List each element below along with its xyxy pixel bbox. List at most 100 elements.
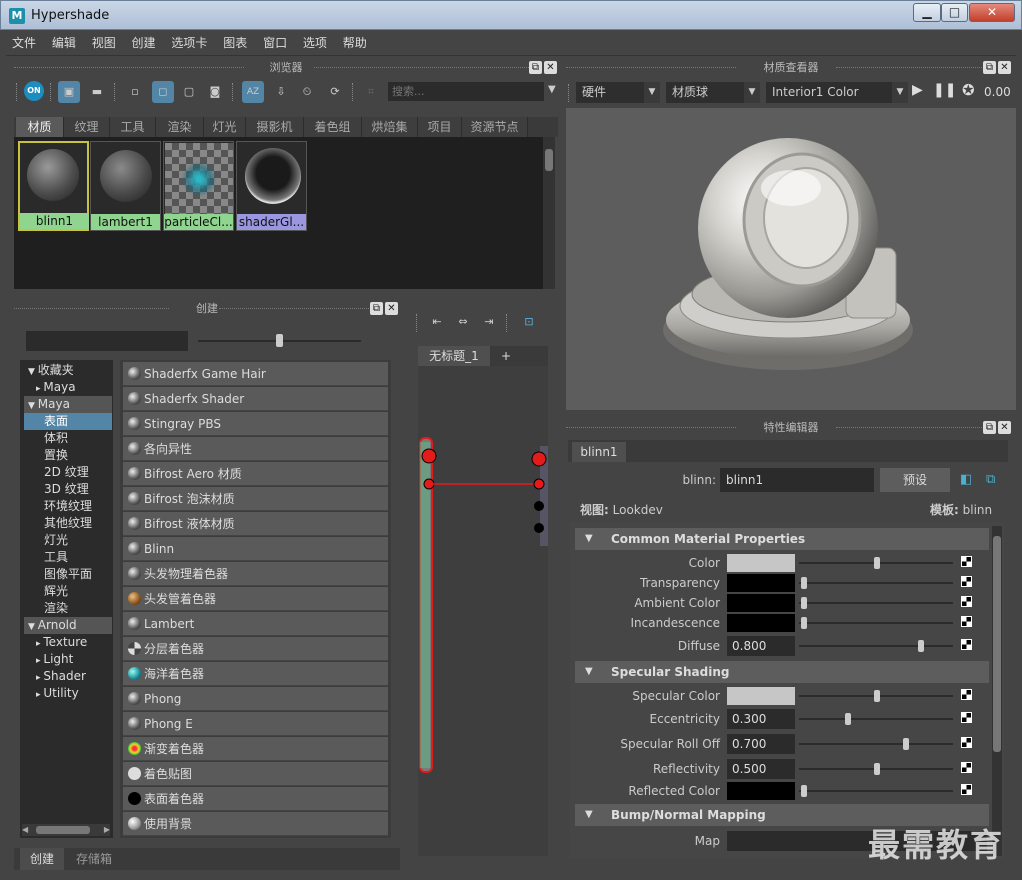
- node-item[interactable]: 海洋着色器: [123, 662, 388, 686]
- category-item[interactable]: 置换: [24, 447, 112, 464]
- tab-projects[interactable]: 项目: [418, 117, 462, 137]
- environment-dropdown[interactable]: Interior1 Color ▼: [766, 82, 908, 103]
- tree-arrow-icon[interactable]: ▼: [28, 622, 38, 632]
- node-item[interactable]: Shaderfx Shader: [123, 387, 388, 411]
- sort-type-icon[interactable]: ⇩: [270, 81, 292, 103]
- close-panel-icon[interactable]: ✕: [385, 302, 398, 315]
- slider-track[interactable]: [799, 622, 953, 624]
- float-panel-icon[interactable]: ⧉: [983, 61, 996, 74]
- float-panel-icon[interactable]: ⧉: [529, 61, 542, 74]
- category-item[interactable]: ▼ Maya: [24, 396, 112, 413]
- slider-track[interactable]: [799, 790, 953, 792]
- minimize-button[interactable]: ▁: [913, 3, 941, 22]
- category-hscrollbar[interactable]: ◀ ▶: [22, 824, 110, 836]
- color-swatch[interactable]: [727, 782, 795, 800]
- section-specular-shading[interactable]: ▼ Specular Shading: [575, 661, 989, 683]
- graph-output-icon[interactable]: ⇥: [478, 311, 500, 333]
- close-panel-icon[interactable]: ✕: [998, 61, 1011, 74]
- material-swatch-lambert1[interactable]: lambert1: [90, 141, 161, 231]
- view-value[interactable]: Lookdev: [613, 503, 663, 517]
- play-icon[interactable]: ▶: [912, 82, 926, 102]
- float-panel-icon[interactable]: ⧉: [370, 302, 383, 315]
- node-item[interactable]: 着色贴图: [123, 762, 388, 786]
- geometry-dropdown[interactable]: 材质球 ▼: [666, 82, 760, 103]
- map-button-icon[interactable]: [961, 556, 972, 567]
- large-icon-view-icon[interactable]: ▢: [178, 81, 200, 103]
- menu-tabs[interactable]: 选项卡: [165, 30, 213, 56]
- category-item[interactable]: ▼ 收藏夹: [24, 362, 112, 379]
- material-swatch-shaderglow[interactable]: shaderGl...: [236, 141, 307, 231]
- toggle-on-icon[interactable]: ON: [24, 81, 44, 101]
- value-field[interactable]: 0.800: [727, 636, 795, 656]
- category-item[interactable]: 3D 纹理: [24, 481, 112, 498]
- category-item[interactable]: ▸ Texture: [24, 634, 112, 651]
- show-hide-icon[interactable]: ◧: [960, 472, 974, 487]
- map-button-icon[interactable]: [961, 616, 972, 627]
- slider-handle[interactable]: [801, 597, 807, 609]
- category-item[interactable]: 表面: [24, 413, 112, 430]
- category-item[interactable]: 图像平面: [24, 566, 112, 583]
- sort-alpha-icon[interactable]: AZ: [242, 81, 264, 103]
- slider-track[interactable]: [799, 602, 953, 604]
- menu-file[interactable]: 文件: [6, 30, 42, 56]
- slider-track[interactable]: [799, 718, 953, 720]
- category-item[interactable]: ▸ Utility: [24, 685, 112, 702]
- node-item[interactable]: Shaderfx Game Hair: [123, 362, 388, 386]
- color-swatch[interactable]: [727, 614, 795, 632]
- node-item[interactable]: 头发管着色器: [123, 587, 388, 611]
- sort-time-icon[interactable]: ⏲: [296, 81, 318, 103]
- tab-blinn1[interactable]: blinn1: [572, 442, 626, 462]
- medium-icon-view-icon[interactable]: ◻: [152, 81, 174, 103]
- close-panel-icon[interactable]: ✕: [544, 61, 557, 74]
- tree-arrow-icon[interactable]: ▼: [28, 367, 38, 377]
- slider-handle[interactable]: [903, 738, 910, 750]
- color-swatch[interactable]: [727, 594, 795, 612]
- map-button-icon[interactable]: [961, 596, 972, 607]
- map-button-icon[interactable]: [961, 576, 972, 587]
- tab-untitled-graph[interactable]: 无标题_1: [418, 346, 490, 366]
- large-swatch-icon[interactable]: ▣: [58, 81, 80, 103]
- node-item[interactable]: Phong: [123, 687, 388, 711]
- menu-help[interactable]: 帮助: [337, 30, 373, 56]
- category-item[interactable]: 体积: [24, 430, 112, 447]
- tab-textures[interactable]: 纹理: [64, 117, 110, 137]
- category-item[interactable]: 2D 纹理: [24, 464, 112, 481]
- preset-button[interactable]: 预设: [880, 468, 950, 492]
- tab-bins[interactable]: 存储箱: [66, 848, 122, 870]
- float-panel-icon[interactable]: ⧉: [983, 421, 996, 434]
- node-item[interactable]: 渐变着色器: [123, 737, 388, 761]
- node-item[interactable]: 各向异性: [123, 437, 388, 461]
- category-item[interactable]: ▸ Shader: [24, 668, 112, 685]
- color-swatch[interactable]: [727, 687, 795, 705]
- slider-handle[interactable]: [874, 690, 880, 702]
- node-item[interactable]: 表面着色器: [123, 787, 388, 811]
- slider-handle[interactable]: [801, 785, 807, 797]
- category-item[interactable]: 其他纹理: [24, 515, 112, 532]
- node-item[interactable]: Phong E: [123, 712, 388, 736]
- category-item[interactable]: 工具: [24, 549, 112, 566]
- graph-input-icon[interactable]: ⇤: [426, 311, 448, 333]
- map-button-icon[interactable]: [961, 712, 972, 723]
- tab-asset-nodes[interactable]: 资源节点: [462, 117, 528, 137]
- color-swatch[interactable]: [727, 554, 795, 572]
- map-button-icon[interactable]: [961, 689, 972, 700]
- tab-cameras[interactable]: 摄影机: [246, 117, 304, 137]
- node-item[interactable]: Bifrost 液体材质: [123, 512, 388, 536]
- tab-materials[interactable]: 材质: [16, 117, 64, 137]
- category-item[interactable]: ▸ Maya: [24, 379, 112, 396]
- copy-tab-icon[interactable]: ⧉: [986, 472, 1000, 487]
- exposure-value[interactable]: 0.00: [984, 82, 1016, 102]
- category-item[interactable]: ▸ Light: [24, 651, 112, 668]
- slider-handle[interactable]: [917, 640, 924, 652]
- slider-handle[interactable]: [801, 617, 807, 629]
- menu-window[interactable]: 窗口: [257, 30, 293, 56]
- value-field[interactable]: 0.500: [727, 759, 795, 779]
- search-frame-icon[interactable]: ⌗: [360, 81, 382, 103]
- exposure-icon[interactable]: ✪: [962, 81, 980, 101]
- node-item[interactable]: Blinn: [123, 537, 388, 561]
- slider-handle[interactable]: [874, 763, 880, 775]
- refresh-icon[interactable]: ⟳: [324, 81, 346, 103]
- tree-arrow-icon[interactable]: ▼: [28, 401, 38, 411]
- search-dropdown-icon[interactable]: ▼: [548, 84, 556, 95]
- node-item[interactable]: Bifrost 泡沫材质: [123, 487, 388, 511]
